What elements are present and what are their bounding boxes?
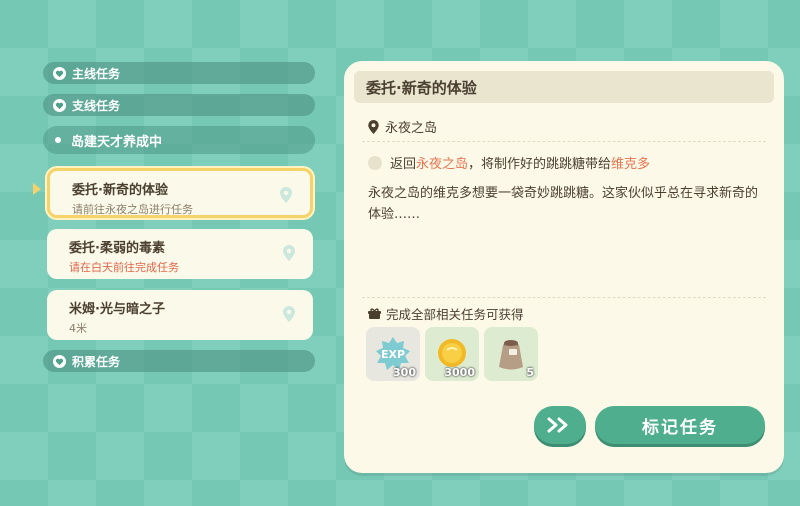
reward-item-exp[interactable]: EXP 300: [366, 327, 420, 381]
objective-middle: ，将制作好的跳跳糖带给: [468, 157, 612, 172]
quest-detail-title: 委托·新奇的体验: [354, 71, 774, 103]
reward-item-candy[interactable]: 5: [484, 327, 538, 381]
category-label: 积累任务: [72, 354, 121, 369]
quest-subtitle: 请在白天前往完成任务: [69, 261, 179, 274]
quest-description: 永夜之岛的维克多想要一袋奇妙跳跳糖。这家伙似乎总在寻求新奇的体验……: [368, 186, 759, 222]
map-pin-icon: [280, 187, 292, 203]
heart-shield-icon: [53, 98, 66, 112]
location-label: 永夜之岛: [385, 121, 438, 136]
divider: [362, 297, 766, 298]
quest-location: 永夜之岛: [368, 117, 437, 136]
bullet-dot-icon: [55, 137, 61, 143]
reward-count: 300: [393, 366, 416, 379]
reward-list: EXP 300 3000 5: [366, 327, 538, 381]
quest-title: 委托·新奇的体验: [72, 183, 168, 198]
reward-item-gold[interactable]: 3000: [425, 327, 479, 381]
subcategory-label: 岛建天才养成中: [71, 134, 163, 150]
quest-card[interactable]: 委托·柔弱的毒素 请在白天前往完成任务: [47, 229, 313, 279]
objective-place: 永夜之岛: [416, 157, 469, 172]
reward-header: 完成全部相关任务可获得: [368, 304, 524, 323]
quest-card-selected[interactable]: 委托·新奇的体验 请前往永夜之岛进行任务: [47, 168, 313, 218]
gift-box-icon: [368, 307, 381, 319]
category-label: 支线任务: [72, 98, 121, 113]
skip-button[interactable]: [534, 406, 586, 444]
objective-checkbox-icon: [368, 155, 382, 170]
category-accumulated-quests[interactable]: 积累任务: [43, 350, 315, 372]
heart-shield-icon: [53, 354, 66, 368]
quest-subtitle: 4米: [69, 322, 87, 335]
quest-title: 米姆·光与暗之子: [69, 302, 165, 317]
category-main-quests[interactable]: 主线任务: [43, 62, 315, 84]
mark-quest-button[interactable]: 标记任务: [595, 406, 765, 444]
candy-bag-icon: [499, 340, 523, 370]
quest-detail-panel: 委托·新奇的体验 永夜之岛 返回 永夜之岛 ，将制作好的跳跳糖带给 维克多 永夜之岛的…: [344, 61, 784, 473]
reward-label: 完成全部相关任务可获得: [386, 307, 524, 322]
heart-shield-icon: [53, 66, 66, 80]
category-side-quests[interactable]: 支线任务: [43, 94, 315, 116]
divider: [362, 141, 766, 142]
double-chevron-right-icon: [547, 417, 568, 433]
category-label: 主线任务: [72, 66, 121, 81]
quest-title: 委托·柔弱的毒素: [69, 241, 165, 256]
reward-count: 5: [526, 366, 534, 379]
reward-count: 3000: [444, 366, 475, 379]
quest-subtitle: 请前往永夜之岛进行任务: [72, 203, 193, 216]
exp-badge-text: EXP: [381, 348, 405, 361]
subcategory-header[interactable]: 岛建天才养成中: [43, 126, 315, 154]
objective-prefix: 返回: [390, 157, 417, 172]
quest-objective: 返回 永夜之岛 ，将制作好的跳跳糖带给 维克多: [368, 153, 650, 172]
map-pin-icon: [368, 119, 379, 134]
selection-arrow-icon: [33, 183, 41, 195]
map-pin-icon: [283, 306, 295, 322]
objective-npc: 维克多: [611, 157, 651, 172]
map-pin-icon: [283, 245, 295, 261]
quest-card[interactable]: 米姆·光与暗之子 4米: [47, 290, 313, 340]
